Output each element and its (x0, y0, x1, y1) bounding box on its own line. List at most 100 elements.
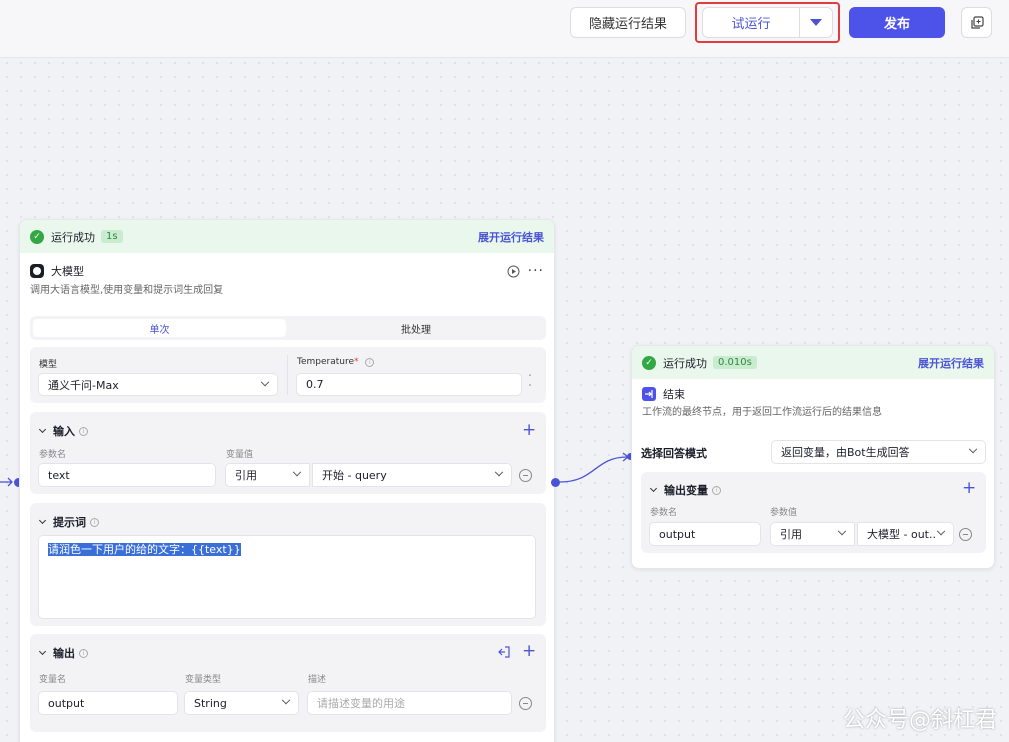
model-select-value: 通义千问-Max (48, 378, 119, 392)
llm-node-description: 调用大语言模型,使用变量和提示词生成回复 (30, 285, 224, 296)
chevron-down-icon (494, 467, 504, 477)
output-vars-section-title[interactable]: 输出变量 i (649, 482, 721, 498)
remove-input-icon[interactable] (519, 469, 532, 482)
caret-down-icon (810, 19, 822, 26)
add-input-plus-icon[interactable]: + (522, 422, 536, 439)
tab-single[interactable]: 单次 (33, 319, 286, 337)
end-ref-value: 大模型 - out... (867, 528, 937, 541)
llm-node[interactable]: ✓ 运行成功 1s 展开运行结果 大模型 ··· 调用大语言模型,使用变量和提示… (19, 219, 555, 742)
output-title-text: 输出 (53, 647, 75, 660)
end-status-bar: ✓ 运行成功 0.010s 展开运行结果 (632, 346, 994, 379)
top-toolbar: 隐藏运行结果 试运行 发布 (0, 0, 1009, 58)
info-icon: i (365, 358, 375, 367)
chevron-down-icon (38, 425, 47, 434)
info-icon: i (712, 485, 721, 495)
check-circle-icon: ✓ (642, 355, 656, 370)
end-ref-type-select[interactable]: 引用 (770, 522, 855, 546)
end-param-name-field[interactable]: output (649, 522, 761, 546)
output-var-name-field[interactable]: output (38, 691, 178, 715)
output-desc-input[interactable]: 请描述变量的用途 (307, 691, 512, 715)
test-run-dropdown-button[interactable] (799, 7, 833, 38)
prompt-text: 请润色一下用户的给的文字：{{text}} (48, 543, 241, 556)
info-icon: i (79, 648, 88, 658)
stepper-down-icon[interactable]: ˅ (524, 383, 536, 393)
model-settings-panel: 模型 通义千问-Max Temperature* i 0.7 ˄ ˅ (30, 347, 546, 403)
llm-duration-badge: 1s (101, 230, 123, 243)
output-var-type-select[interactable]: String (184, 691, 299, 715)
prompt-section-title[interactable]: 提示词 i (38, 514, 99, 530)
remove-output-var-icon[interactable] (959, 528, 972, 541)
llm-status-text: 运行成功 (51, 230, 95, 244)
end-ref-value-select[interactable]: 大模型 - out... (857, 522, 954, 546)
input-col-name: 参数名 (39, 450, 67, 460)
end-param-name: output (659, 527, 696, 541)
import-icon[interactable] (498, 646, 510, 658)
end-node[interactable]: ✓ 运行成功 0.010s 展开运行结果 结束 工作流的最终节点，用于返回工作流… (631, 345, 995, 569)
output-desc-placeholder: 请描述变量的用途 (317, 697, 405, 710)
output-col-desc: 描述 (308, 675, 327, 685)
output-section-title[interactable]: 输出 i (38, 645, 88, 661)
end-duration-badge: 0.010s (713, 356, 757, 369)
play-circle-icon[interactable] (507, 265, 520, 278)
copy-icon (970, 15, 984, 29)
model-select[interactable]: 通义千问-Max (38, 373, 278, 396)
input-col-value: 变量值 (226, 450, 254, 460)
check-circle-icon: ✓ (30, 229, 44, 244)
chevron-down-icon (936, 526, 946, 536)
end-expand-results-link[interactable]: 展开运行结果 (918, 355, 984, 371)
mode-tabs: 单次 批处理 (30, 316, 546, 340)
input-ref-type: 引用 (235, 469, 257, 482)
remove-output-icon[interactable] (519, 697, 532, 710)
connection-edge (559, 452, 630, 483)
input-section-title[interactable]: 输入 i (38, 423, 88, 439)
model-label: 模型 (39, 360, 58, 370)
input-param-name-field[interactable]: text (38, 463, 216, 487)
output-vars-panel: 输出变量 i + 参数名 参数值 output 引用 大模型 - out... (641, 472, 986, 553)
tab-batch[interactable]: 批处理 (289, 319, 543, 337)
temperature-stepper[interactable]: ˄ ˅ (524, 373, 536, 396)
input-ref-type-select[interactable]: 引用 (225, 463, 310, 487)
required-asterisk: * (354, 357, 359, 367)
prompt-textarea[interactable]: 请润色一下用户的给的文字：{{text}} (38, 535, 536, 619)
chevron-down-icon (281, 695, 291, 705)
input-ref-value-select[interactable]: 开始 - query (312, 463, 512, 487)
copy-workflow-button[interactable] (961, 7, 992, 38)
temperature-input[interactable]: 0.7 (296, 373, 522, 396)
llm-status-bar: ✓ 运行成功 1s 展开运行结果 (20, 220, 554, 253)
end-node-description: 工作流的最终节点，用于返回工作流运行后的结果信息 (642, 407, 882, 418)
publish-button[interactable]: 发布 (849, 7, 945, 38)
chevron-down-icon (38, 647, 47, 656)
chevron-down-icon (649, 484, 658, 493)
chevron-down-icon (38, 516, 47, 525)
end-ref-type: 引用 (780, 528, 802, 541)
answer-mode-label: 选择回答模式 (641, 447, 707, 460)
add-output-plus-icon[interactable]: + (522, 643, 536, 660)
end-status-text: 运行成功 (663, 356, 707, 370)
chevron-down-icon (837, 526, 847, 536)
stepper-up-icon[interactable]: ˄ (524, 373, 536, 383)
output-vars-title-text: 输出变量 (664, 484, 708, 497)
input-panel: 输入 i + 参数名 变量值 text 引用 开始 - query (30, 412, 546, 494)
input-param-name: text (48, 468, 70, 482)
temperature-value: 0.7 (306, 378, 324, 391)
chevron-down-icon (968, 444, 978, 454)
end-exit-icon (642, 387, 656, 401)
input-ref-value: 开始 - query (322, 469, 387, 482)
chevron-down-icon (292, 467, 302, 477)
watermark: 公众号@斜杠君 (842, 708, 997, 733)
output-panel: 输出 i + 变量名 变量类型 描述 output String 请描述变量的用… (30, 634, 546, 732)
output-var-type: String (194, 696, 227, 710)
answer-mode-select[interactable]: 返回变量，由Bot生成回答 (771, 440, 986, 464)
info-icon: i (79, 426, 88, 436)
output-vars-col-value: 参数值 (770, 508, 798, 518)
llm-expand-results-link[interactable]: 展开运行结果 (478, 229, 544, 245)
llm-node-title: 大模型 (51, 265, 84, 278)
test-run-button[interactable]: 试运行 (702, 7, 799, 38)
more-options-icon[interactable]: ··· (528, 263, 544, 279)
info-icon: i (90, 517, 99, 527)
output-col-type: 变量类型 (185, 675, 222, 685)
add-output-var-plus-icon[interactable]: + (962, 480, 976, 497)
output-vars-col-name: 参数名 (650, 508, 678, 518)
hide-results-button[interactable]: 隐藏运行结果 (570, 7, 686, 38)
output-col-name: 变量名 (39, 675, 67, 685)
